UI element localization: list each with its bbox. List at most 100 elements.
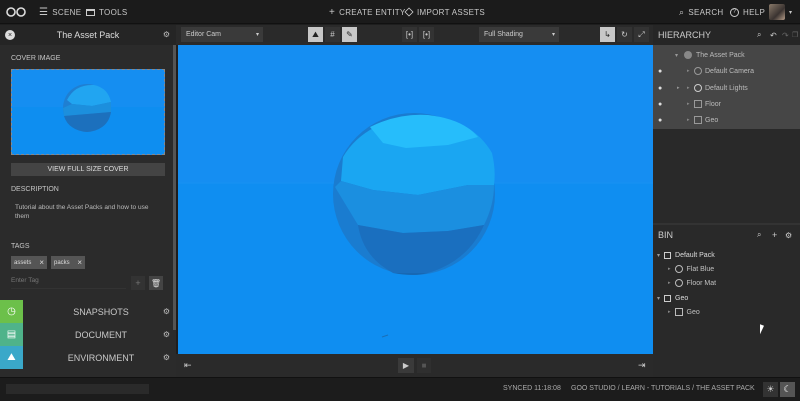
help-icon: ? — [730, 7, 739, 17]
camera-select[interactable]: Editor Cam ▾ — [181, 27, 263, 42]
tag-input[interactable]: Enter Tag — [11, 277, 126, 289]
rotate-tool-icon[interactable]: ↻ — [617, 27, 632, 42]
light-icon — [694, 84, 702, 92]
document-icon[interactable]: ▤ — [0, 323, 23, 346]
hierarchy-title: HIERARCHY — [658, 30, 712, 40]
redo-icon[interactable]: ↷ — [782, 31, 789, 40]
grid-icon[interactable]: # — [325, 27, 340, 42]
tools-menu[interactable]: TOOLS — [86, 0, 127, 24]
import-assets-button[interactable]: IMPORT ASSETS — [404, 0, 486, 24]
undo-icon[interactable]: ↶ — [770, 31, 777, 40]
scale-tool-icon[interactable]: ⤢ — [634, 27, 649, 42]
bin-item-geo[interactable]: ▸ Geo — [668, 305, 700, 319]
avatar — [769, 4, 785, 20]
chevron-down-icon: ▾ — [255, 32, 259, 38]
scene-menu[interactable]: ☰ SCENE — [39, 0, 81, 24]
gear-icon[interactable]: ⚙ — [163, 307, 170, 316]
eye-icon[interactable]: ● — [658, 117, 662, 124]
search-button[interactable]: ⌕ SEARCH — [679, 0, 723, 24]
environment-icon[interactable]: ⛰ — [0, 346, 23, 369]
bin-item-floor-mat[interactable]: ▸ Floor Mat — [668, 276, 716, 290]
search-icon[interactable]: ⌕ — [757, 230, 761, 240]
search-icon[interactable]: ⌕ — [757, 30, 761, 40]
help-button[interactable]: ? HELP — [730, 0, 765, 24]
close-icon[interactable]: × — [39, 258, 44, 267]
gear-icon[interactable]: ⚙ — [785, 231, 792, 240]
shading-select-value: Full Shading — [484, 31, 523, 38]
gear-icon[interactable]: ⚙ — [163, 353, 170, 362]
exit-right-icon[interactable]: ⇥ — [638, 360, 646, 371]
scene-icon — [684, 51, 692, 59]
camera-icon — [694, 67, 702, 75]
material-icon — [674, 279, 683, 287]
hierarchy-item-label: Floor — [705, 100, 721, 108]
editor-app: ☰ SCENE TOOLS + CREATE ENTITY IMPORT ASS… — [0, 0, 800, 401]
panel-title: The Asset Pack — [56, 30, 120, 40]
bracket-left-icon[interactable]: [•] — [402, 27, 417, 42]
eye-icon[interactable]: ● — [658, 68, 662, 75]
landscape-icon[interactable]: ⛰ — [308, 27, 323, 42]
play-button[interactable]: ▶ — [398, 358, 414, 373]
user-menu[interactable]: ▾ — [769, 0, 792, 24]
hierarchy-item-root[interactable]: ▾ The Asset Pack — [653, 47, 800, 63]
section-snapshots[interactable]: SNAPSHOTS ⚙ — [26, 300, 176, 323]
chevron-down-icon: ▾ — [675, 52, 679, 59]
add-tag-button[interactable]: + — [131, 276, 145, 290]
dark-theme-icon[interactable]: ☾ — [780, 382, 795, 397]
cover-image[interactable] — [11, 69, 165, 155]
panel-scrollbar[interactable] — [173, 45, 176, 330]
description-text[interactable]: Tutorial about the Asset Packs and how t… — [15, 203, 163, 221]
plus-icon[interactable]: + — [772, 230, 777, 240]
section-environment[interactable]: ENVIRONMENT ⚙ — [26, 346, 176, 369]
search-icon: ⌕ — [679, 6, 685, 17]
eye-icon[interactable]: ● — [658, 101, 662, 108]
top-bar: ☰ SCENE TOOLS + CREATE ENTITY IMPORT ASS… — [0, 0, 800, 24]
chevron-right-icon: ▸ — [687, 117, 690, 123]
gear-icon[interactable]: ⚙ — [163, 30, 170, 39]
exit-left-icon[interactable]: ⇤ — [184, 360, 192, 371]
chevron-down-icon: ▾ — [657, 252, 661, 259]
scene-viewport[interactable] — [178, 45, 653, 354]
copy-icon[interactable]: ❐ — [792, 31, 798, 39]
create-entity-button[interactable]: + CREATE ENTITY — [329, 0, 406, 24]
hierarchy-item-label: Default Lights — [705, 84, 748, 92]
bin-item-label: Flat Blue — [686, 265, 715, 273]
snapshots-icon[interactable]: ◷ — [0, 300, 23, 323]
viewport-toolbar: Editor Cam ▾ ⛰ # ✎ [•] [•] Full Shading … — [176, 25, 653, 45]
move-tool-icon[interactable]: ↳ — [600, 27, 615, 42]
tag-chip: assets × — [11, 256, 47, 269]
hierarchy-header: HIERARCHY ⌕ ↶ ↷ ❐ — [653, 25, 800, 45]
view-cover-button[interactable]: VIEW FULL SIZE COVER — [11, 163, 165, 176]
close-icon[interactable]: × — [77, 258, 82, 267]
gear-icon[interactable]: ⚙ — [163, 330, 170, 339]
shading-select[interactable]: Full Shading ▾ — [479, 27, 559, 42]
eye-icon[interactable]: ● — [658, 85, 662, 92]
left-panel-header: × The Asset Pack ⚙ — [0, 25, 176, 45]
help-label: HELP — [743, 7, 766, 17]
entity-icon — [694, 116, 702, 124]
section-document[interactable]: DOCUMENT ⚙ — [26, 323, 176, 346]
stop-button[interactable]: ■ — [417, 358, 431, 373]
bin-title: BIN — [658, 230, 674, 240]
material-icon — [674, 265, 683, 273]
trash-icon[interactable]: 🗑 — [149, 276, 163, 290]
hierarchy-item-floor[interactable]: ● ▸ Floor — [653, 96, 800, 112]
bin-pack-geo[interactable]: ▾ Geo — [657, 291, 688, 305]
hierarchy-item-camera[interactable]: ● ▸ Default Camera — [653, 63, 800, 79]
chevron-right-icon: ▸ — [668, 280, 671, 286]
hierarchy-item-lights[interactable]: ● ▸ ▸ Default Lights — [653, 80, 800, 96]
hierarchy-item-geo[interactable]: ● ▸ Geo — [653, 112, 800, 128]
sync-status: SYNCED 11:18:08 — [503, 385, 561, 392]
bin-pack-default[interactable]: ▾ Default Pack — [657, 248, 715, 262]
left-panel: × The Asset Pack ⚙ COVER IMAGE VIEW FULL… — [0, 25, 176, 377]
package-icon — [664, 294, 672, 302]
pencil-icon[interactable]: ✎ — [342, 27, 357, 42]
bracket-right-icon[interactable]: [•] — [419, 27, 434, 42]
goo-logo[interactable] — [6, 0, 26, 24]
section-label: ENVIRONMENT — [67, 352, 135, 363]
sphere[interactable] — [333, 113, 495, 275]
light-theme-icon[interactable]: ☀ — [763, 382, 778, 397]
breadcrumb[interactable]: GOO STUDIO / LEARN - TUTORIALS / THE ASS… — [571, 385, 755, 392]
bin-item-flat-blue[interactable]: ▸ Flat Blue — [668, 262, 714, 276]
import-assets-label: IMPORT ASSETS — [417, 7, 486, 17]
